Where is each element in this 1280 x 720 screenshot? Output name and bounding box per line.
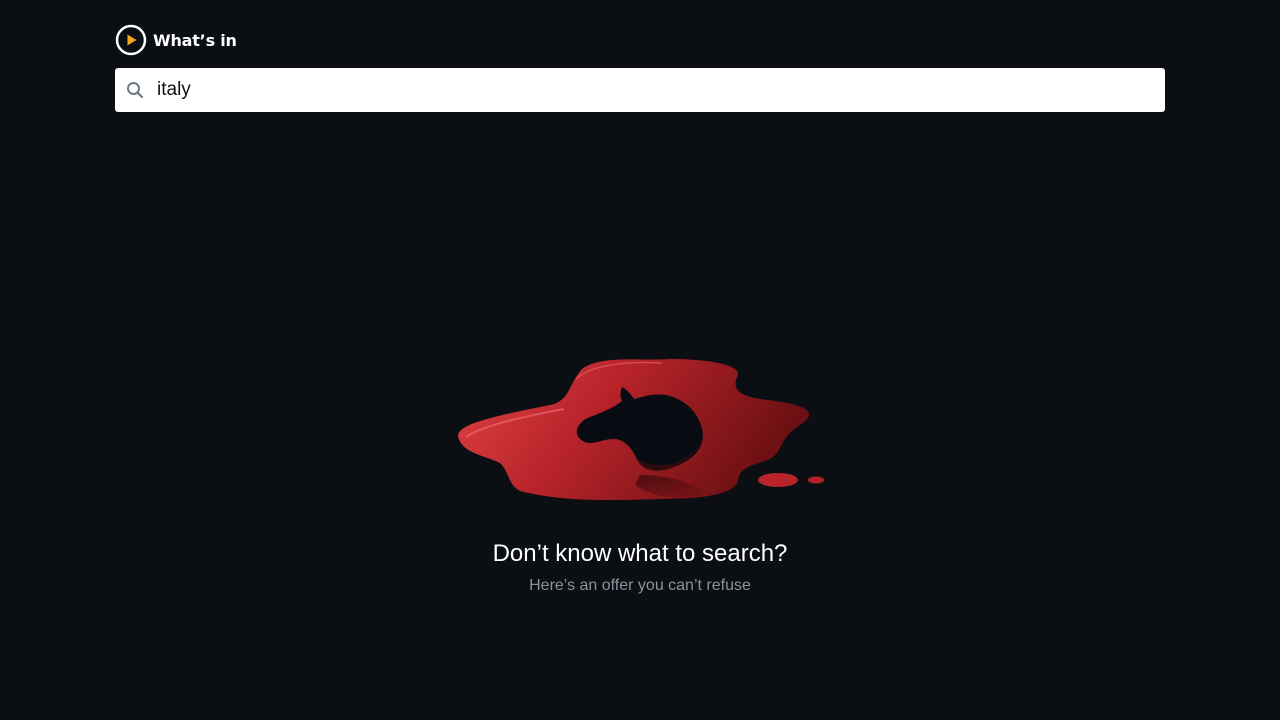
search-icon bbox=[115, 68, 155, 112]
search-input[interactable] bbox=[155, 68, 1165, 112]
search-bar[interactable] bbox=[115, 68, 1165, 112]
play-circle-icon bbox=[115, 24, 147, 56]
logo-text: What’s in bbox=[153, 30, 237, 50]
empty-state-title: Don’t know what to search? bbox=[492, 540, 788, 567]
horse-head-illustration bbox=[440, 335, 840, 525]
logo[interactable]: What’s in bbox=[115, 24, 237, 56]
page: What’s in italy Don’t know what to searc… bbox=[0, 0, 1280, 720]
empty-state-subtitle: Here’s an offer you can’t refuse bbox=[529, 577, 751, 594]
